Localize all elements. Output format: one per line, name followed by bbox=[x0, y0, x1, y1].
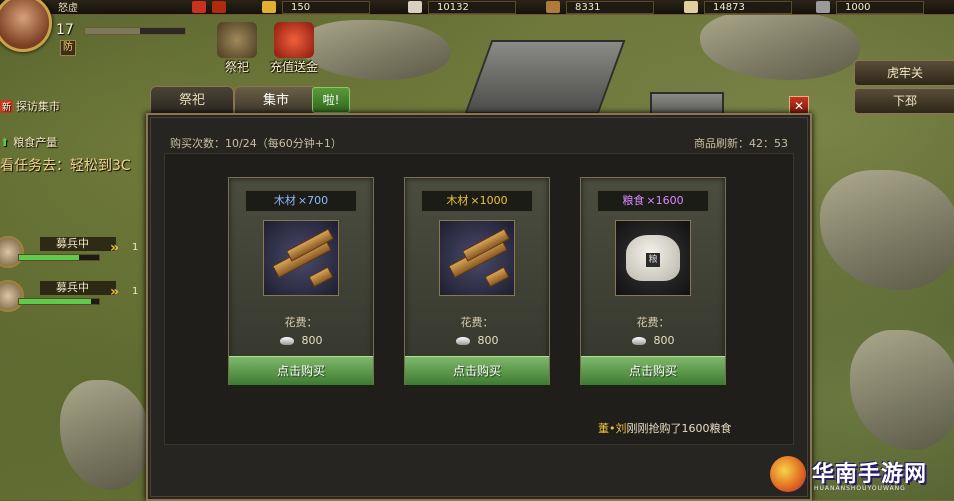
resource-grain: 14873 bbox=[684, 0, 792, 14]
market-item-card: 木材 ×1000 花费： 800 点击购买 bbox=[404, 177, 550, 385]
player-avatar[interactable] bbox=[0, 0, 52, 52]
ingot-icon bbox=[262, 1, 276, 13]
cauldron-icon bbox=[217, 22, 257, 58]
grain-bag-icon: 粮 bbox=[615, 220, 691, 296]
market-item-card: 粮食 ×1600 粮 花费： 800 点击购买 bbox=[580, 177, 726, 385]
ingot-icon bbox=[408, 1, 422, 13]
market-item-card: 木材 ×700 花费： 800 点击购买 bbox=[228, 177, 374, 385]
resource-value: 1000 bbox=[836, 0, 924, 14]
recharge-gift-label: 充值送金 bbox=[269, 60, 318, 74]
map-button-hulao[interactable]: 虎牢关 bbox=[854, 60, 954, 86]
recharge-icon[interactable] bbox=[212, 1, 226, 13]
item-quantity: ×1600 bbox=[646, 194, 684, 207]
resource-value: 8331 bbox=[566, 0, 654, 14]
chevron-right-icon[interactable]: » bbox=[110, 240, 119, 256]
mountain-rock bbox=[820, 170, 954, 290]
resource-gold: 150 bbox=[192, 0, 370, 14]
purchase-log: 董•刘刚刚抢购了1600粮食 bbox=[598, 420, 732, 436]
tab-sacrifice[interactable]: 祭祀 bbox=[150, 86, 234, 115]
site-watermark: 华南手游网 HUANANSHOUYOUWANG bbox=[770, 452, 950, 498]
quest-hint[interactable]: 看任务去：轻松到3C bbox=[0, 155, 131, 175]
fortress-building[interactable] bbox=[464, 40, 626, 114]
buy-count-text: 购买次数：10/24（每60分钟+1） bbox=[170, 137, 342, 150]
item-name: 粮食 bbox=[622, 194, 645, 207]
item-name: 木材 bbox=[446, 194, 469, 207]
silver-ingot-icon bbox=[279, 337, 294, 345]
wood-icon bbox=[546, 1, 560, 13]
quest-label: 粮食产量 bbox=[13, 136, 58, 149]
resource-value: 10132 bbox=[428, 0, 516, 14]
item-cost: 800 bbox=[581, 334, 725, 347]
grain-sack-icon bbox=[684, 1, 698, 13]
log-player-name: 董•刘 bbox=[598, 422, 627, 435]
watermark-name: 华南手游网 bbox=[812, 462, 928, 487]
log-text: 刚刚抢购了1600粮食 bbox=[626, 422, 732, 435]
chevron-right-icon[interactable]: » bbox=[110, 284, 119, 300]
resource-value: 150 bbox=[282, 0, 370, 14]
troop-progress-bar bbox=[18, 254, 100, 261]
buy-button[interactable]: 点击购买 bbox=[405, 356, 549, 385]
resource-soldiers: 1000 bbox=[816, 0, 924, 14]
quest-visit-market[interactable]: 新探访集市 bbox=[0, 98, 60, 114]
player-name: 怒虚 bbox=[58, 3, 78, 14]
notice-button[interactable]: 啦! bbox=[312, 87, 350, 113]
quest-grain-output[interactable]: ⬆ 粮食产量 bbox=[0, 134, 57, 150]
item-title: 木材 ×700 bbox=[245, 190, 357, 212]
up-arrow-icon: ⬆ bbox=[0, 136, 10, 149]
sacrifice-button[interactable]: 祭祀 bbox=[214, 22, 260, 74]
general-portrait bbox=[0, 280, 24, 312]
item-cost: 800 bbox=[405, 334, 549, 347]
mountain-rock bbox=[850, 330, 954, 450]
cost-value: 800 bbox=[653, 334, 675, 347]
tab-market[interactable]: 集市 bbox=[234, 86, 318, 115]
troop-status: 募兵中 bbox=[40, 237, 116, 251]
troop-status: 募兵中 bbox=[40, 281, 116, 295]
mountain-rock bbox=[60, 380, 150, 490]
quest-label: 探访集市 bbox=[16, 100, 61, 113]
general-portrait bbox=[0, 236, 24, 268]
site-logo-icon bbox=[770, 456, 806, 492]
cost-label: 花费： bbox=[284, 316, 318, 329]
soldiers-icon bbox=[816, 1, 830, 13]
gift-box-icon bbox=[274, 22, 314, 58]
item-title: 木材 ×1000 bbox=[421, 190, 533, 212]
silver-ingot-icon bbox=[455, 337, 470, 345]
defense-badge[interactable]: 防 bbox=[60, 40, 76, 56]
troop-recruit-1[interactable]: 募兵中 » 1 bbox=[0, 236, 140, 272]
level-progress-bar bbox=[84, 27, 186, 35]
troop-progress-fill bbox=[19, 299, 91, 304]
item-cost: 800 bbox=[229, 334, 373, 347]
gold-chest-icon bbox=[192, 1, 206, 13]
troop-count: 1 bbox=[132, 286, 139, 297]
new-badge: 新 bbox=[0, 100, 14, 113]
silver-ingot-icon bbox=[631, 337, 646, 345]
cost-label: 花费： bbox=[636, 316, 670, 329]
troop-recruit-2[interactable]: 募兵中 » 1 bbox=[0, 280, 140, 316]
resource-wood: 8331 bbox=[546, 0, 654, 14]
buy-button[interactable]: 点击购买 bbox=[229, 356, 373, 385]
level-progress-fill bbox=[85, 28, 140, 34]
troop-progress-fill bbox=[19, 255, 79, 260]
cost-value: 800 bbox=[301, 334, 323, 347]
refresh-timer: 商品刷新：42：53 bbox=[694, 137, 788, 150]
item-title: 粮食 ×1600 bbox=[597, 190, 709, 212]
wood-planks-icon bbox=[263, 220, 339, 296]
player-level: 17 bbox=[56, 22, 74, 38]
recharge-gift-button[interactable]: 充值送金 bbox=[264, 22, 324, 74]
resource-value: 14873 bbox=[704, 0, 792, 14]
cost-value: 800 bbox=[477, 334, 499, 347]
wood-planks-icon bbox=[439, 220, 515, 296]
watermark-sub: HUANANSHOUYOUWANG bbox=[814, 485, 906, 492]
map-button-xiapi[interactable]: 下邳 bbox=[854, 88, 954, 114]
item-quantity: ×700 bbox=[297, 194, 329, 207]
mountain-rock bbox=[700, 10, 860, 80]
resource-ingot: 10132 bbox=[408, 0, 516, 14]
sacrifice-label: 祭祀 bbox=[224, 60, 249, 74]
item-name: 木材 bbox=[273, 194, 296, 207]
cost-label: 花费： bbox=[460, 316, 494, 329]
item-quantity: ×1000 bbox=[470, 194, 508, 207]
buy-button[interactable]: 点击购买 bbox=[581, 356, 725, 385]
troop-progress-bar bbox=[18, 298, 100, 305]
troop-count: 1 bbox=[132, 242, 139, 253]
